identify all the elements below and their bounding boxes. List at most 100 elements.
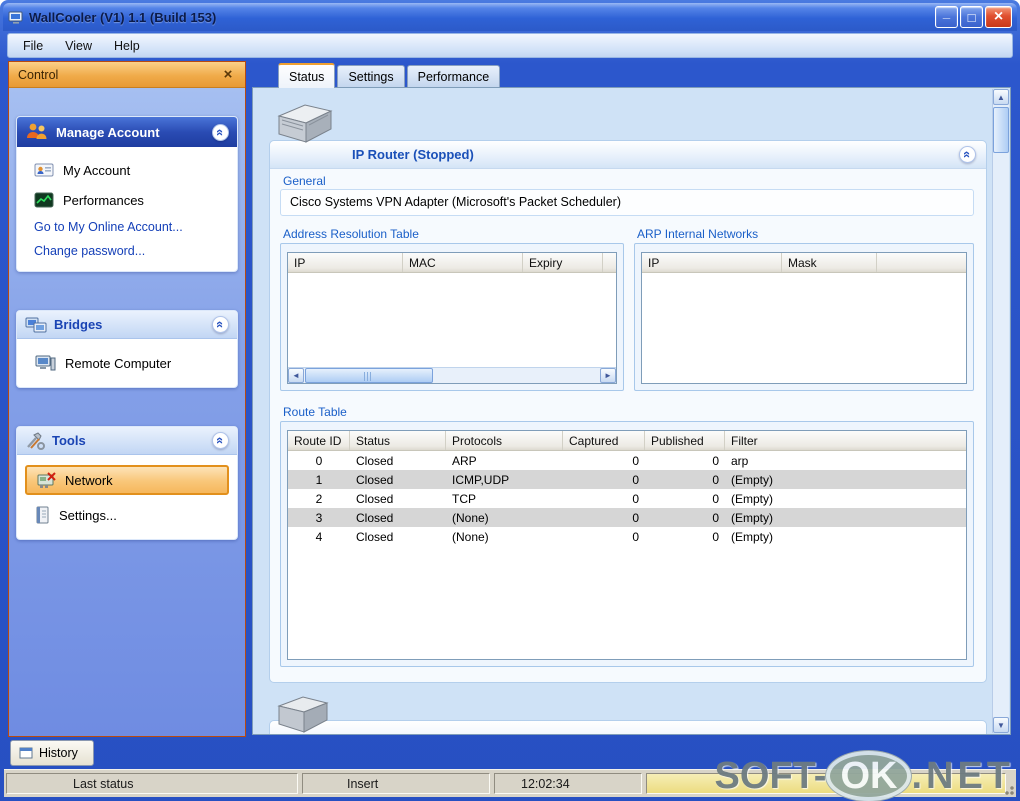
scrollbar-thumb[interactable] — [993, 107, 1009, 153]
control-close-icon[interactable] — [220, 67, 236, 83]
cell-captured: 0 — [632, 529, 639, 544]
sidebar-item-label: Remote Computer — [65, 355, 172, 371]
link-change-password[interactable]: Change password... — [21, 239, 233, 263]
table-body-filler — [288, 546, 966, 659]
cell-published: 0 — [712, 453, 719, 468]
cell-status: Closed — [356, 491, 394, 506]
address-resolution-box: IP MAC Expiry — [280, 243, 624, 391]
chevron-up-icon[interactable] — [959, 146, 976, 163]
settings-icon — [34, 506, 50, 524]
cell-captured: 0 — [632, 453, 639, 468]
arp-internal-title: ARP Internal Networks — [637, 227, 759, 241]
table-body-empty[interactable] — [288, 273, 616, 367]
arp-internal-box: IP Mask — [634, 243, 974, 391]
cell-filter: (Empty) — [731, 472, 773, 487]
sidebar-item-my-account[interactable]: My Account — [21, 155, 233, 185]
column-header-mac[interactable]: MAC — [403, 253, 523, 272]
bridges-header[interactable]: Bridges — [17, 311, 237, 339]
menu-help[interactable]: Help — [103, 36, 151, 56]
column-header-route-id[interactable]: Route ID — [288, 431, 350, 450]
manage-account-title: Manage Account — [56, 124, 160, 140]
cell-route-id: 1 — [315, 472, 323, 487]
table-row[interactable]: 4 Closed (None) 0 0 (Empty) — [288, 527, 966, 546]
cell-filter: (Empty) — [731, 510, 773, 525]
table-row[interactable]: 1 Closed ICMP,UDP 0 0 (Empty) — [288, 470, 966, 489]
tools-body: Network Settings... — [17, 455, 237, 539]
tools-icon — [25, 431, 45, 450]
tools-header[interactable]: Tools — [17, 427, 237, 455]
column-header-published[interactable]: Published — [645, 431, 725, 450]
close-button[interactable] — [985, 6, 1012, 28]
sidebar-item-performances[interactable]: Performances — [21, 185, 233, 215]
watermark-suffix: .NET — [911, 754, 1014, 797]
table-row[interactable]: 3 Closed (None) 0 0 (Empty) — [288, 508, 966, 527]
cell-route-id: 0 — [315, 453, 323, 468]
main-region: Status Settings Performance IP Router (S… — [250, 61, 1013, 737]
status-time: 12:02:34 — [494, 773, 642, 794]
column-header-filler — [877, 253, 966, 272]
scrollbar-thumb[interactable] — [305, 368, 433, 383]
scroll-down-icon[interactable] — [993, 717, 1009, 733]
table-body-empty[interactable] — [642, 273, 966, 383]
scroll-up-icon[interactable] — [993, 89, 1009, 105]
history-tab[interactable]: History — [10, 740, 94, 766]
maximize-button[interactable] — [960, 6, 983, 28]
column-header-expiry[interactable]: Expiry — [523, 253, 603, 272]
sidebar-item-settings[interactable]: Settings... — [21, 499, 233, 531]
chevron-up-icon[interactable] — [212, 432, 229, 449]
manage-account-header[interactable]: Manage Account — [17, 117, 237, 147]
next-section-icon — [275, 692, 331, 734]
general-value: Cisco Systems VPN Adapter (Microsoft's P… — [280, 189, 974, 216]
my-account-icon — [34, 162, 54, 178]
sidebar-item-label: My Account — [63, 162, 131, 178]
tools-section: Tools Network Settings... — [16, 426, 238, 540]
manage-account-section: Manage Account My Account Performances G… — [16, 116, 238, 272]
column-header-ip[interactable]: IP — [642, 253, 782, 272]
tab-status[interactable]: Status — [278, 63, 336, 88]
network-icon — [36, 471, 56, 489]
sidebar-item-remote-computer[interactable]: Remote Computer — [21, 347, 233, 379]
column-header-captured[interactable]: Captured — [563, 431, 645, 450]
horizontal-scrollbar[interactable] — [288, 367, 616, 383]
column-header-filter[interactable]: Filter — [725, 431, 966, 450]
bridges-section: Bridges Remote Computer — [16, 310, 238, 388]
column-header-status[interactable]: Status — [350, 431, 446, 450]
next-section-panel — [269, 720, 987, 734]
ip-router-panel: IP Router (Stopped) General Cisco System… — [269, 140, 987, 683]
table-row[interactable]: 2 Closed TCP 0 0 (Empty) — [288, 489, 966, 508]
status-last-status: Last status — [6, 773, 298, 794]
cell-status: Closed — [356, 472, 394, 487]
tab-settings[interactable]: Settings — [337, 65, 405, 87]
vertical-scrollbar[interactable] — [992, 89, 1009, 733]
cell-filter: arp — [731, 453, 749, 468]
bridges-icon — [25, 316, 47, 334]
chevron-up-icon[interactable] — [212, 123, 229, 141]
bridges-body: Remote Computer — [17, 339, 237, 387]
menu-bar: File View Help — [7, 33, 1013, 58]
arp-internal-table: IP Mask — [641, 252, 967, 384]
control-panel-header: Control — [9, 62, 245, 88]
cell-status: Closed — [356, 510, 394, 525]
remote-computer-icon — [34, 354, 56, 372]
scroll-left-icon[interactable] — [288, 368, 304, 383]
route-table: Route ID Status Protocols Captured Publi… — [287, 430, 967, 660]
tab-performance[interactable]: Performance — [406, 65, 501, 87]
column-header-mask[interactable]: Mask — [782, 253, 877, 272]
address-resolution-group: Address Resolution Table IP MAC Expiry — [280, 227, 624, 391]
general-label: General — [283, 174, 326, 188]
status-tab-content: IP Router (Stopped) General Cisco System… — [252, 87, 1011, 735]
column-header-protocols[interactable]: Protocols — [446, 431, 563, 450]
ip-router-title: IP Router (Stopped) — [352, 147, 474, 162]
chevron-up-icon[interactable] — [212, 316, 229, 333]
menu-view[interactable]: View — [54, 36, 103, 56]
column-header-ip[interactable]: IP — [288, 253, 403, 272]
link-online-account[interactable]: Go to My Online Account... — [21, 215, 233, 239]
minimize-button[interactable] — [935, 6, 958, 28]
menu-file[interactable]: File — [12, 36, 54, 56]
cell-status: Closed — [356, 529, 394, 544]
cell-route-id: 4 — [315, 529, 323, 544]
table-row[interactable]: 0 Closed ARP 0 0 arp — [288, 451, 966, 470]
scroll-right-icon[interactable] — [600, 368, 616, 383]
sidebar-item-label: Network — [65, 472, 113, 488]
sidebar-item-network[interactable]: Network — [25, 465, 229, 495]
